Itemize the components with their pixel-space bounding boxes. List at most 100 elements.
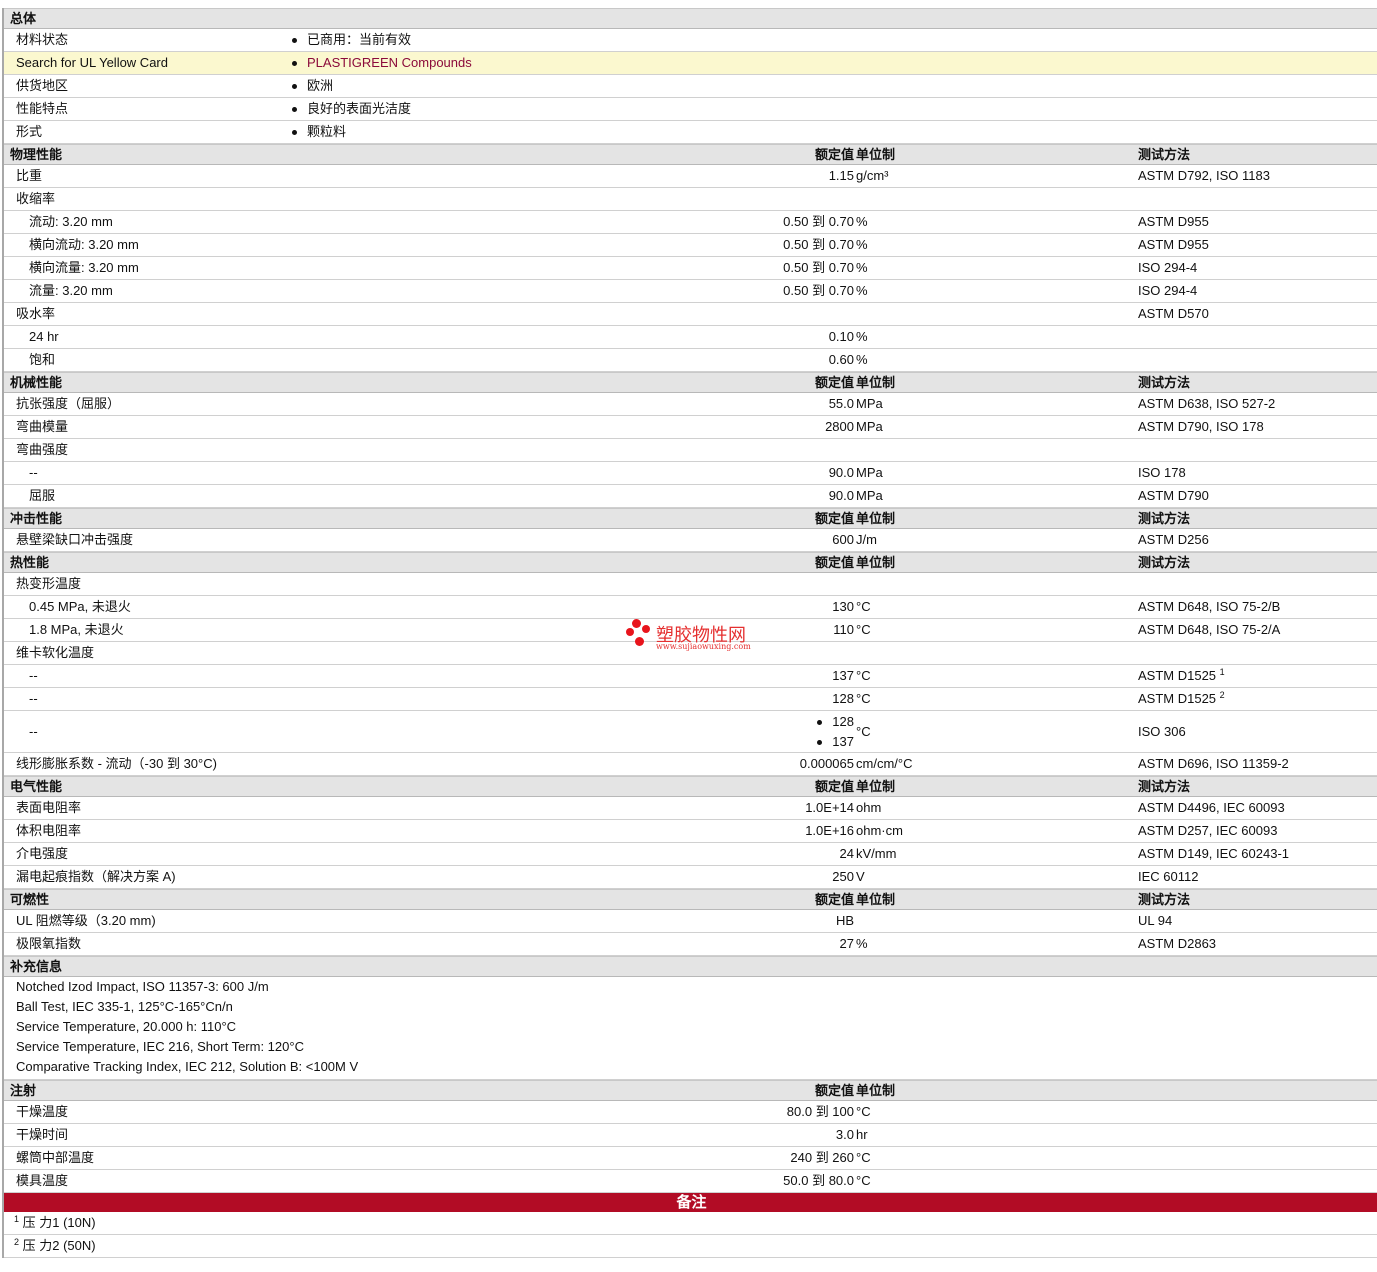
column-header-value: 额定值 bbox=[814, 375, 854, 390]
test-method: ASTM D648, ISO 75-2/B bbox=[1138, 596, 1280, 618]
column-header-method: 测试方法 bbox=[1138, 779, 1191, 794]
section-4-header: 电气性能 额定值 单位制 测试方法 bbox=[4, 776, 1377, 797]
property-value: 137 bbox=[832, 668, 854, 683]
property-label[interactable]: Search for UL Yellow Card bbox=[16, 52, 168, 74]
property-value: 3.0 bbox=[835, 1127, 854, 1142]
footnote-ref[interactable]: 2 bbox=[1220, 690, 1225, 700]
yellow-card-link[interactable]: PLASTIGREEN Compounds bbox=[307, 52, 472, 74]
property-unit: J/m bbox=[856, 532, 877, 547]
property-value: 良好的表面光洁度 bbox=[307, 101, 412, 116]
property-label: 0.45 MPa, 未退火 bbox=[29, 599, 131, 614]
property-label: 弯曲模量 bbox=[16, 419, 69, 434]
property-row: 吸水率 ASTM D570 bbox=[4, 303, 1377, 326]
property-label: 供货地区 bbox=[16, 78, 69, 93]
property-label: 饱和 bbox=[29, 352, 56, 367]
test-method-text: IEC 60112 bbox=[1138, 869, 1199, 884]
column-header-unit: 单位制 bbox=[856, 555, 896, 570]
property-label: -- bbox=[29, 668, 38, 683]
test-method: ASTM D1525 1 bbox=[1138, 665, 1225, 687]
supplementary-text: Notched Izod Impact, ISO 11357-3: 600 J/… bbox=[16, 979, 269, 994]
property-row: 横向流动: 3.20 mm 0.50 到 0.70% ASTM D955 bbox=[4, 234, 1377, 257]
property-value: 1.0E+16 bbox=[805, 823, 854, 838]
property-row: 0.45 MPa, 未退火 130 °C ASTM D648, ISO 75-2/B bbox=[4, 596, 1377, 619]
test-method-text: ASTM D792, ISO 1183 bbox=[1138, 168, 1270, 183]
property-label: 横向流量: 3.20 mm bbox=[29, 260, 139, 275]
test-method-text: ASTM D638, ISO 527-2 bbox=[1138, 396, 1276, 411]
section-0-header: 物理性能 额定值 单位制 测试方法 bbox=[4, 144, 1377, 165]
test-method: ASTM D2863 bbox=[1138, 933, 1216, 955]
column-header-value: 额定值 bbox=[814, 147, 854, 162]
property-row: -- 128 °C ASTM D1525 2 bbox=[4, 688, 1377, 711]
supplementary-line: Service Temperature, 20.000 h: 110°C bbox=[4, 1017, 1377, 1037]
test-method: ASTM D790 bbox=[1138, 485, 1209, 507]
test-method-text: ASTM D4496, IEC 60093 bbox=[1138, 800, 1285, 815]
property-value: 250 bbox=[832, 869, 854, 884]
bullet-icon bbox=[292, 29, 297, 51]
section-title: 可燃性 bbox=[10, 892, 50, 907]
property-unit: °C bbox=[856, 668, 871, 683]
column-header-value: 额定值 bbox=[814, 892, 854, 907]
bullet-icon bbox=[292, 52, 297, 74]
section-title: 物理性能 bbox=[10, 147, 63, 162]
property-value: 1.0E+14 bbox=[805, 800, 854, 815]
footnote-number: 1 bbox=[14, 1214, 20, 1224]
notes-header: 备注 bbox=[4, 1193, 1377, 1212]
section-title: 注射 bbox=[10, 1083, 37, 1098]
property-unit: ohm bbox=[856, 800, 882, 815]
property-value: 600 bbox=[832, 532, 854, 547]
test-method: ASTM D570 bbox=[1138, 303, 1209, 325]
test-method-text: ASTM D696, ISO 11359-2 bbox=[1138, 756, 1289, 771]
property-value: 0.50 到 0.70 bbox=[783, 283, 854, 298]
property-row: 表面电阻率 1.0E+14 ohm ASTM D4496, IEC 60093 bbox=[4, 797, 1377, 820]
property-label: 材料状态 bbox=[16, 32, 69, 47]
test-method-text: ASTM D955 bbox=[1138, 237, 1209, 252]
datasheet-table: 总体材料状态 已商用：当前有效 Search for UL Yellow Card P… bbox=[2, 8, 1377, 1258]
column-header-method: 测试方法 bbox=[1138, 555, 1191, 570]
property-row: -- 128 137 °C ISO 306 bbox=[4, 711, 1377, 753]
property-row: 悬壁梁缺口冲击强度 600 J/m ASTM D256 bbox=[4, 529, 1377, 552]
property-row: 热变形温度 bbox=[4, 573, 1377, 596]
property-value: 颗粒料 bbox=[307, 124, 347, 139]
property-value: 已商用：当前有效 bbox=[307, 32, 412, 47]
note-row: 2 压 力2 (50N) bbox=[4, 1235, 1377, 1258]
property-label: 吸水率 bbox=[16, 306, 56, 321]
property-unit: % bbox=[856, 283, 868, 298]
property-value: HB bbox=[835, 913, 854, 928]
property-label: 悬壁梁缺口冲击强度 bbox=[16, 532, 134, 547]
general-row: 形式 颗粒料 bbox=[4, 121, 1377, 144]
property-row: 漏电起痕指数（解决方案 A) 250 V IEC 60112 bbox=[4, 866, 1377, 889]
general-row: Search for UL Yellow Card PLASTIGREEN Com… bbox=[4, 52, 1377, 75]
property-unit: % bbox=[856, 237, 868, 252]
property-label: 性能特点 bbox=[16, 101, 69, 116]
note-text: 2 压 力2 (50N) bbox=[14, 1235, 96, 1257]
property-unit: kV/mm bbox=[856, 846, 897, 861]
section-3-header: 热性能 额定值 单位制 测试方法 bbox=[4, 552, 1377, 573]
test-method-text: ISO 294-4 bbox=[1138, 260, 1198, 275]
property-value: 130 bbox=[832, 599, 854, 614]
test-method: ASTM D955 bbox=[1138, 211, 1209, 233]
general-row: 材料状态 已商用：当前有效 bbox=[4, 29, 1377, 52]
value-list-item: 128 bbox=[817, 712, 854, 732]
footnote-ref[interactable]: 1 bbox=[1220, 667, 1225, 677]
note-text: 1 压 力1 (10N) bbox=[14, 1212, 96, 1234]
section-title: 电气性能 bbox=[10, 779, 63, 794]
footnote-number: 2 bbox=[14, 1237, 20, 1247]
column-header-method: 测试方法 bbox=[1138, 511, 1191, 526]
test-method: ASTM D1525 2 bbox=[1138, 688, 1225, 710]
test-method-text: ASTM D790, ISO 178 bbox=[1138, 419, 1264, 434]
note-content: 压 力2 (50N) bbox=[22, 1238, 96, 1253]
supplementary-text: Service Temperature, 20.000 h: 110°C bbox=[16, 1019, 237, 1034]
column-header-value: 额定值 bbox=[814, 555, 854, 570]
general-row: 性能特点 良好的表面光洁度 bbox=[4, 98, 1377, 121]
note-content: 压 力1 (10N) bbox=[22, 1215, 96, 1230]
test-method-text: ASTM D2863 bbox=[1138, 936, 1217, 951]
property-unit: MPa bbox=[856, 419, 883, 434]
property-unit: °C bbox=[856, 599, 871, 614]
test-method-text: ASTM D256 bbox=[1138, 532, 1209, 547]
section-title: 冲击性能 bbox=[10, 511, 63, 526]
property-unit: cm/cm/°C bbox=[856, 756, 913, 771]
section-title: 总体 bbox=[10, 11, 37, 26]
value-text: 128 bbox=[832, 714, 854, 729]
test-method-text: ISO 294-4 bbox=[1138, 283, 1198, 298]
property-unit: MPa bbox=[856, 396, 883, 411]
